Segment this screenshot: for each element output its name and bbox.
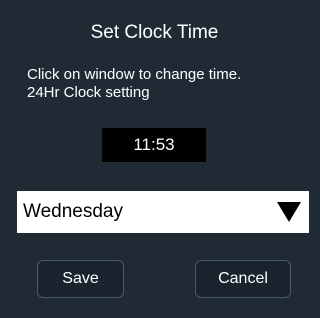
cancel-button[interactable]: Cancel [195,260,291,298]
selected-day: Wednesday [23,201,123,222]
instruction-text: Click on window to change time. [27,66,242,83]
time-display[interactable]: 11:53 [102,128,206,162]
save-button[interactable]: Save [37,260,124,298]
triangle-down-icon[interactable] [277,202,301,222]
day-select[interactable]: Wednesday [17,191,309,233]
clock-format-text: 24Hr Clock setting [27,84,150,101]
dialog-title: Set Clock Time [90,22,219,43]
set-clock-dialog: Set Clock Time Click on window to change… [0,0,309,318]
